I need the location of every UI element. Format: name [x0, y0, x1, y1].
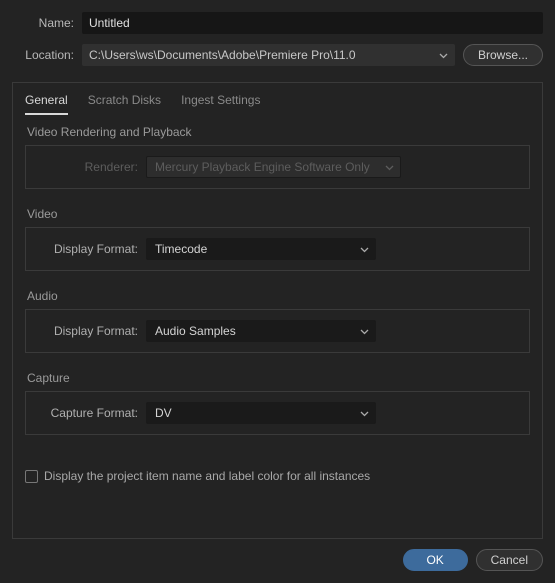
location-value: C:\Users\ws\Documents\Adobe\Premiere Pro…: [89, 48, 356, 62]
group-audio-title: Audio: [25, 289, 530, 303]
renderer-label: Renderer:: [36, 160, 146, 174]
tab-scratch-disks[interactable]: Scratch Disks: [88, 93, 161, 115]
chevron-down-icon: [360, 406, 369, 420]
renderer-value: Mercury Playback Engine Software Only: [155, 160, 370, 174]
display-item-name-checkbox[interactable]: [25, 470, 38, 483]
browse-button[interactable]: Browse...: [463, 44, 543, 66]
cancel-button[interactable]: Cancel: [476, 549, 543, 571]
name-label: Name:: [12, 16, 82, 30]
capture-format-label: Capture Format:: [36, 406, 146, 420]
settings-panel: General Scratch Disks Ingest Settings Vi…: [12, 82, 543, 539]
capture-format-select[interactable]: DV: [146, 402, 376, 424]
name-input[interactable]: [82, 12, 543, 34]
capture-format-value: DV: [155, 406, 172, 420]
chevron-down-icon: [360, 324, 369, 338]
audio-display-format-label: Display Format:: [36, 324, 146, 338]
tab-general[interactable]: General: [25, 93, 68, 115]
chevron-down-icon: [360, 242, 369, 256]
renderer-select: Mercury Playback Engine Software Only: [146, 156, 401, 178]
group-rendering-title: Video Rendering and Playback: [25, 125, 530, 139]
video-display-format-select[interactable]: Timecode: [146, 238, 376, 260]
video-display-format-label: Display Format:: [36, 242, 146, 256]
display-item-name-label: Display the project item name and label …: [44, 469, 370, 483]
location-label: Location:: [12, 48, 82, 62]
tab-ingest-settings[interactable]: Ingest Settings: [181, 93, 260, 115]
video-display-format-value: Timecode: [155, 242, 207, 256]
audio-display-format-value: Audio Samples: [155, 324, 236, 338]
audio-display-format-select[interactable]: Audio Samples: [146, 320, 376, 342]
location-select[interactable]: C:\Users\ws\Documents\Adobe\Premiere Pro…: [82, 44, 455, 66]
ok-button[interactable]: OK: [403, 549, 468, 571]
chevron-down-icon: [385, 160, 394, 174]
tabs-bar: General Scratch Disks Ingest Settings: [13, 83, 542, 115]
chevron-down-icon: [439, 48, 448, 62]
group-capture-title: Capture: [25, 371, 530, 385]
group-video-title: Video: [25, 207, 530, 221]
